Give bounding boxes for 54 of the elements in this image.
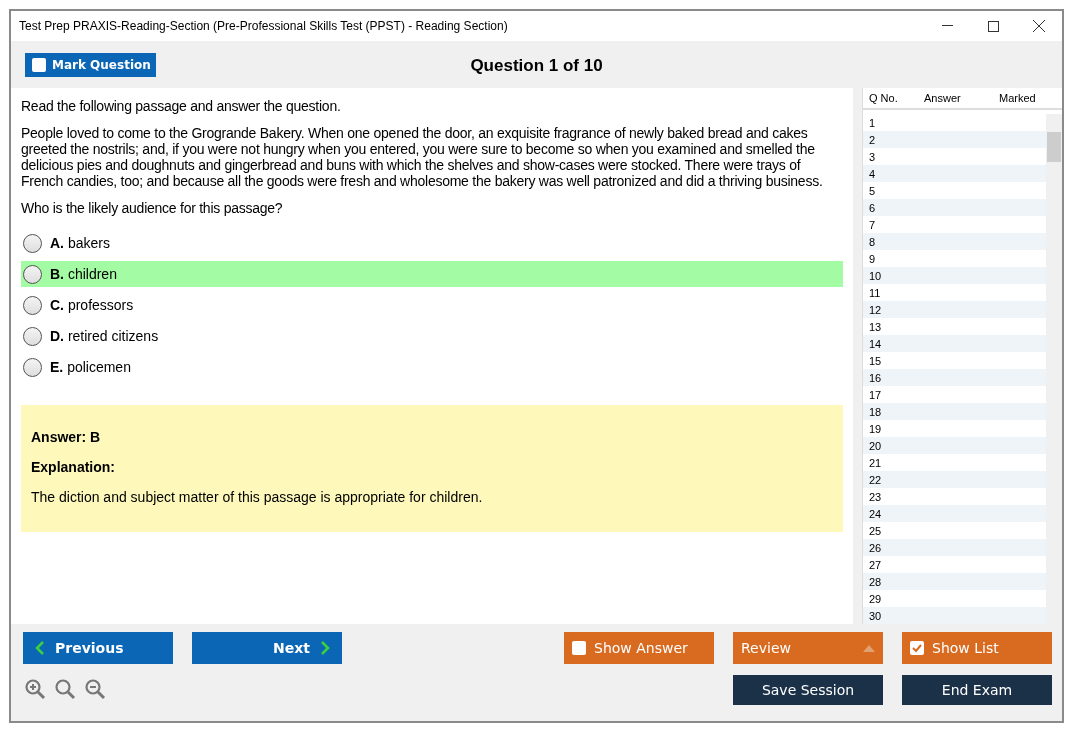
question-row[interactable]: 22 xyxy=(863,471,1046,488)
zoom-in-icon[interactable] xyxy=(23,678,47,702)
answer-text: Answer: B xyxy=(31,429,102,445)
show-answer-checkbox[interactable] xyxy=(572,641,586,655)
close-icon[interactable] xyxy=(1033,20,1045,32)
instruction-text: Read the following passage and answer the question. xyxy=(21,98,342,114)
end-exam-button[interactable]: End Exam xyxy=(902,675,1052,705)
column-header: Marked xyxy=(999,92,1037,104)
question-row[interactable]: 6 xyxy=(863,199,1046,216)
radio-button[interactable] xyxy=(23,326,42,346)
caret-icon xyxy=(863,644,875,652)
window-title: Test Prep PRAXIS-Reading-Section (Pre-Professional Skills Test (PPST) - Reading Section) xyxy=(19,19,509,33)
question-row[interactable]: 4 xyxy=(863,165,1046,182)
question-row[interactable]: 8 xyxy=(863,233,1046,250)
question-row[interactable]: 2 xyxy=(863,131,1046,148)
show-list-checkbox[interactable] xyxy=(910,641,924,655)
question-row[interactable]: 26 xyxy=(863,539,1046,556)
question-row[interactable]: 10 xyxy=(863,267,1046,284)
question-row[interactable]: 18 xyxy=(863,403,1046,420)
chevron-right-icon xyxy=(320,641,330,655)
question-row[interactable]: 30 xyxy=(863,607,1046,624)
answer-option[interactable]: B. children xyxy=(21,261,843,287)
question-row[interactable]: 28 xyxy=(863,573,1046,590)
question-row[interactable]: 14 xyxy=(863,335,1046,352)
radio-button[interactable] xyxy=(23,295,42,315)
zoom-out-icon[interactable] xyxy=(83,678,107,702)
explanation-text: The diction and subject matter of this passage is appropriate for children. xyxy=(31,489,484,505)
mark-question-checkbox[interactable] xyxy=(32,57,46,72)
question-row[interactable]: 12 xyxy=(863,301,1046,318)
answer-option[interactable]: E. policemen xyxy=(21,354,843,380)
explanation-label: Explanation: xyxy=(31,459,116,475)
radio-button[interactable] xyxy=(23,357,42,377)
chevron-left-icon xyxy=(35,641,45,655)
search-icon[interactable] xyxy=(53,678,77,702)
mark-question-button[interactable]: Mark Question xyxy=(25,52,156,77)
maximize-icon[interactable] xyxy=(987,20,999,32)
scrollbar[interactable] xyxy=(1046,114,1062,624)
question-row[interactable]: 24 xyxy=(863,505,1046,522)
minimize-icon[interactable] xyxy=(941,25,953,27)
passage-text: People loved to come to the Grogrande Bakery. When one opened the door, an exquisite fragrance of newly baked bread and cakes greeted the nostrils; and, if you were not hungry when you entered, you were sure to become so when you examined and smelled the delicious pies and doughnuts and gingerbread and buns with which the shelves and show-cases were stocked. There were trays of French candies, too; and because all the goods were fresh and wholesome the bakery was well patronized and did a thriving business. xyxy=(21,125,824,189)
question-row[interactable]: 20 xyxy=(863,437,1046,454)
answer-option[interactable]: A. bakers xyxy=(21,230,843,256)
question-row[interactable]: 16 xyxy=(863,369,1046,386)
radio-button[interactable] xyxy=(23,264,42,284)
column-header: Answer xyxy=(924,92,962,104)
previous-button[interactable]: Previous xyxy=(23,632,173,664)
column-header: Q No. xyxy=(869,92,899,104)
answer-option[interactable]: D. retired citizens xyxy=(21,323,843,349)
answer-option[interactable]: C. professors xyxy=(21,292,843,318)
next-button[interactable]: Next xyxy=(192,632,342,664)
save-session-button[interactable]: Save Session xyxy=(733,675,883,705)
question-counter: Question 1 of 10 xyxy=(470,56,603,75)
question-prompt: Who is the likely audience for this passage? xyxy=(21,200,284,216)
radio-button[interactable] xyxy=(23,233,42,253)
